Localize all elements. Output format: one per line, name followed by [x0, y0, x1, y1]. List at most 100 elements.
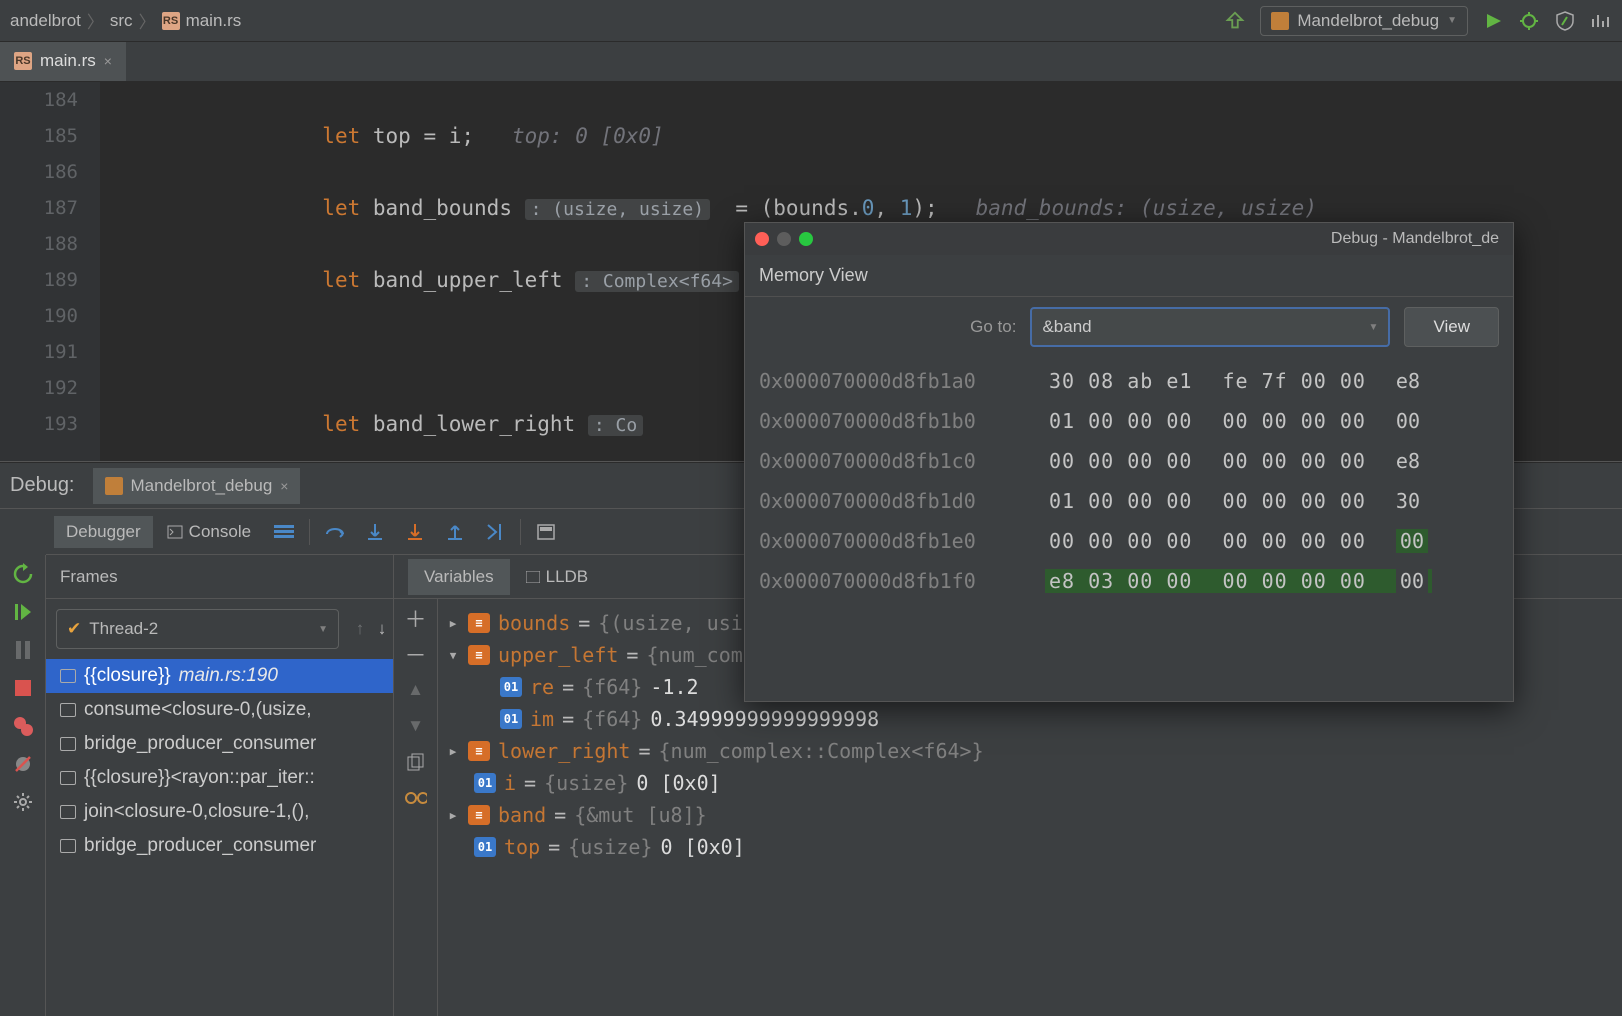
close-icon[interactable]: ×	[104, 53, 112, 69]
mem-bytes: 00 00 00 00	[1222, 569, 1365, 593]
memory-row[interactable]: 0x000070000d8fb1c000 00 00 0000 00 00 00…	[759, 441, 1499, 481]
step-into-icon[interactable]	[356, 513, 394, 551]
var-row[interactable]: 01 top = {usize} 0 [0x0]	[446, 831, 1614, 863]
line-number[interactable]: 184	[0, 82, 78, 118]
pause-icon[interactable]	[12, 639, 34, 661]
var-row[interactable]: 01 i = {usize} 0 [0x0]	[446, 767, 1614, 799]
profile-icon[interactable]	[1590, 10, 1612, 32]
rerun-icon[interactable]	[12, 563, 34, 585]
frame-list[interactable]: {{closure}} main.rs:190 consume<closure-…	[46, 659, 393, 1016]
expand-icon[interactable]: ▶	[446, 745, 460, 758]
line-number[interactable]: 190	[0, 298, 78, 334]
tab-label: Variables	[424, 567, 494, 586]
line-number[interactable]: 192	[0, 370, 78, 406]
stack-frame[interactable]: bridge_producer_consumer	[46, 727, 393, 761]
line-number[interactable]: 191	[0, 334, 78, 370]
force-step-into-icon[interactable]	[396, 513, 434, 551]
console-tab[interactable]: Console	[155, 516, 263, 548]
add-watch-icon[interactable]: ＋	[405, 607, 427, 629]
build-icon[interactable]	[1224, 10, 1246, 32]
line-number[interactable]: 185	[0, 118, 78, 154]
debug-icon[interactable]	[1518, 10, 1540, 32]
close-icon[interactable]: ×	[280, 478, 288, 494]
view-breakpoints-icon[interactable]	[12, 715, 34, 737]
run-to-cursor-icon[interactable]	[476, 513, 514, 551]
mem-bytes: 00 00 00 00	[1222, 489, 1365, 513]
threads-icon[interactable]	[265, 513, 303, 551]
var-row[interactable]: 01 im = {f64} 0.34999999999999998	[446, 703, 1614, 735]
evaluate-icon[interactable]	[527, 513, 565, 551]
popup-titlebar[interactable]: Debug - Mandelbrot_de	[745, 223, 1513, 255]
debugger-tab[interactable]: Debugger	[54, 516, 153, 548]
traffic-max-icon[interactable]	[799, 232, 813, 246]
memory-view-window[interactable]: Debug - Mandelbrot_de Memory View Go to:…	[744, 222, 1514, 702]
memory-table[interactable]: 0x000070000d8fb1a030 08 ab e1fe 7f 00 00…	[745, 357, 1513, 701]
frame-name: bridge_producer_consumer	[84, 733, 316, 755]
mem-bytes: e8	[1396, 369, 1420, 393]
remove-watch-icon[interactable]: －	[405, 643, 427, 665]
line-number[interactable]: 188	[0, 226, 78, 262]
arrow-down-icon[interactable]: ▼	[405, 715, 427, 737]
gutter[interactable]: 184 185 186 187 188 189 190 191 192 193	[0, 82, 100, 461]
step-over-icon[interactable]	[316, 513, 354, 551]
chevron-down-icon[interactable]: ▼	[1369, 322, 1379, 333]
goto-label: Go to:	[970, 317, 1016, 337]
collapse-icon[interactable]: ▼	[446, 649, 460, 662]
memory-row[interactable]: 0x000070000d8fb1b001 00 00 0000 00 00 00…	[759, 401, 1499, 441]
mute-breakpoints-icon[interactable]	[12, 753, 34, 775]
breadcrumb-file[interactable]: main.rs	[186, 11, 242, 31]
memory-row[interactable]: 0x000070000d8fb1d001 00 00 0000 00 00 00…	[759, 481, 1499, 521]
line-number[interactable]: 193	[0, 406, 78, 442]
debug-session-tab[interactable]: Mandelbrot_debug ×	[93, 468, 301, 504]
struct-badge-icon: ≡	[468, 613, 490, 633]
settings-icon[interactable]	[12, 791, 34, 813]
line-number[interactable]: 186	[0, 154, 78, 190]
debug-title: Debug:	[10, 474, 75, 497]
arrow-up-icon[interactable]: ▲	[405, 679, 427, 701]
line-number[interactable]: 189	[0, 262, 78, 298]
thread-selector[interactable]: ✔Thread-2 ▼	[56, 609, 339, 649]
lldb-tab[interactable]: LLDB	[510, 559, 605, 595]
editor-tab-main-rs[interactable]: RS main.rs ×	[0, 42, 126, 81]
var-name: re	[530, 675, 554, 699]
arrow-up-icon[interactable]: ↑	[349, 618, 371, 640]
view-button[interactable]: View	[1404, 307, 1499, 347]
step-out-icon[interactable]	[436, 513, 474, 551]
breadcrumb-dir[interactable]: src	[110, 11, 133, 31]
coverage-icon[interactable]	[1554, 10, 1576, 32]
expand-icon[interactable]: ▶	[446, 809, 460, 822]
run-icon[interactable]	[1482, 10, 1504, 32]
variables-tab[interactable]: Variables	[408, 559, 510, 595]
stack-frame[interactable]: bridge_producer_consumer	[46, 829, 393, 863]
breadcrumb[interactable]: andelbrot 〉 src 〉 RS main.rs	[10, 8, 241, 33]
run-config-name: Mandelbrot_debug	[1297, 11, 1439, 31]
var-row[interactable]: ▶≡ band = {&mut [u8]}	[446, 799, 1614, 831]
breadcrumb-project[interactable]: andelbrot	[10, 11, 81, 31]
duplicate-icon[interactable]	[405, 751, 427, 773]
stack-frame[interactable]: consume<closure-0,(usize,	[46, 693, 393, 727]
traffic-min-icon[interactable]	[777, 232, 791, 246]
memory-row[interactable]: 0x000070000d8fb1e000 00 00 0000 00 00 00…	[759, 521, 1499, 561]
run-config-selector[interactable]: Mandelbrot_debug ▼	[1260, 6, 1468, 36]
expand-icon[interactable]: ▶	[446, 617, 460, 630]
stack-frame[interactable]: join<closure-0,closure-1,(),	[46, 795, 393, 829]
stack-frame[interactable]: {{closure}} main.rs:190	[46, 659, 393, 693]
memory-row[interactable]: 0x000070000d8fb1f0e8 03 00 0000 00 00 00…	[759, 561, 1499, 601]
rust-file-icon: RS	[14, 52, 32, 70]
line-number[interactable]: 187	[0, 190, 78, 226]
memory-row[interactable]: 0x000070000d8fb1a030 08 ab e1fe 7f 00 00…	[759, 361, 1499, 401]
traffic-close-icon[interactable]	[755, 232, 769, 246]
check-icon: ✔	[67, 619, 81, 639]
value-badge-icon: 01	[500, 677, 522, 697]
arrow-down-icon[interactable]: ↓	[371, 618, 393, 640]
tab-label: LLDB	[546, 567, 589, 587]
stop-icon[interactable]	[12, 677, 34, 699]
mem-bytes: 00 00 00 00	[1049, 449, 1192, 473]
goto-input[interactable]: &band ▼	[1030, 307, 1390, 347]
code-text: top = i;	[373, 124, 474, 148]
resume-icon[interactable]	[12, 601, 34, 623]
stack-frame[interactable]: {{closure}}<rayon::par_iter::	[46, 761, 393, 795]
var-row[interactable]: ▶≡ lower_right = {num_complex::Complex<f…	[446, 735, 1614, 767]
glasses-icon[interactable]	[405, 787, 427, 809]
var-name: bounds	[498, 611, 570, 635]
